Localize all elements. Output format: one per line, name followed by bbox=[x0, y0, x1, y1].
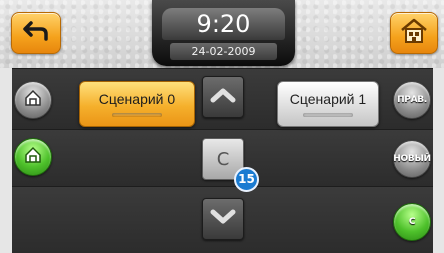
scenario-0-indicator bbox=[112, 113, 162, 117]
scroll-down-button[interactable] bbox=[202, 198, 244, 240]
chevron-down-icon bbox=[210, 209, 236, 229]
chevron-up-icon bbox=[210, 87, 236, 107]
scenario-1-label: Сценарий 1 bbox=[289, 91, 367, 107]
green-clear-button[interactable]: C bbox=[393, 203, 431, 241]
home-icon bbox=[400, 18, 428, 48]
green-clear-label: C bbox=[408, 217, 416, 227]
clock-panel: 9:20 24-02-2009 bbox=[152, 0, 295, 66]
clock-date: 24-02-2009 bbox=[170, 43, 277, 60]
scroll-up-button[interactable] bbox=[202, 76, 244, 118]
clear-label: C bbox=[216, 148, 230, 170]
left-edge-strip bbox=[0, 68, 12, 253]
scenario-0-button[interactable]: Сценарий 0 bbox=[79, 81, 195, 127]
scenario-green-button[interactable] bbox=[14, 138, 52, 176]
step-badge: 15 bbox=[234, 167, 259, 192]
house-icon bbox=[23, 88, 43, 112]
screen: 9:20 24-02-2009 Сценарий 0 Сценарий 1 C … bbox=[0, 0, 444, 253]
new-button[interactable]: НОВЫЙ bbox=[393, 140, 431, 178]
back-button[interactable] bbox=[11, 12, 61, 54]
scenario-grey-button[interactable] bbox=[14, 81, 52, 119]
edit-button[interactable]: ПРАВ. bbox=[393, 81, 431, 119]
scenario-1-indicator bbox=[303, 113, 353, 117]
house-icon bbox=[23, 145, 43, 169]
scenario-0-label: Сценарий 0 bbox=[98, 91, 176, 107]
home-button[interactable] bbox=[390, 12, 438, 54]
edit-label: ПРАВ. bbox=[397, 95, 427, 105]
right-edge-strip bbox=[433, 68, 444, 253]
clock-time: 9:20 bbox=[162, 8, 285, 40]
scenario-1-button[interactable]: Сценарий 1 bbox=[277, 81, 379, 127]
back-arrow-icon bbox=[23, 21, 49, 45]
new-label: НОВЫЙ bbox=[393, 154, 431, 164]
